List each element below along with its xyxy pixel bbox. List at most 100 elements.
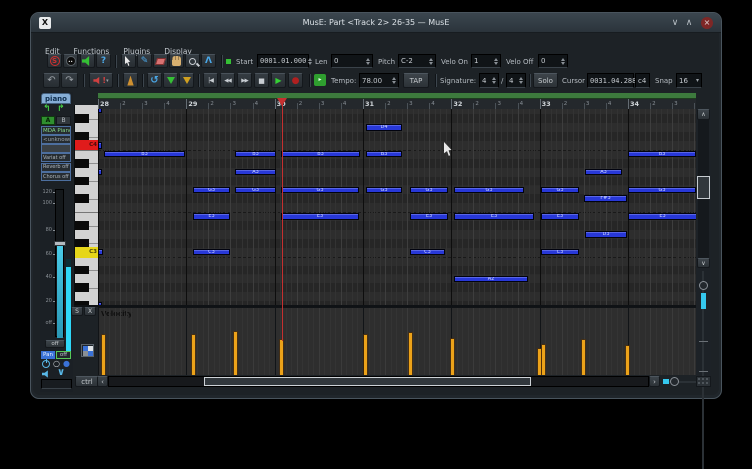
piano-keyboard[interactable]: C4 C3 xyxy=(74,105,98,306)
scroll-left-button[interactable]: ‹ xyxy=(97,376,108,387)
midi-note-C3[interactable]: C3 xyxy=(193,249,230,256)
prev-part-icon[interactable]: ↰ xyxy=(43,104,51,114)
lane-close-button[interactable]: X xyxy=(84,307,96,316)
velo-off-field[interactable]: 0 xyxy=(538,54,568,68)
piano-key-black[interactable] xyxy=(75,221,89,230)
spinner-icon[interactable] xyxy=(390,77,396,84)
velocity-bar[interactable] xyxy=(364,335,367,375)
minimize-button[interactable]: ∨ xyxy=(669,17,681,29)
piano-key-black[interactable] xyxy=(75,266,89,275)
midi-note-D4[interactable]: D4 xyxy=(366,124,402,131)
event-color-a-button[interactable]: A xyxy=(41,116,55,125)
velocity-bar[interactable] xyxy=(451,339,454,375)
metronome-enable-button[interactable] xyxy=(80,54,95,68)
power-icon[interactable] xyxy=(42,360,50,368)
spinner-icon[interactable] xyxy=(427,58,433,65)
lane-solo-button[interactable]: S xyxy=(71,307,83,316)
part-list-box[interactable] xyxy=(41,379,72,389)
part-select-button[interactable]: piano xyxy=(41,93,71,104)
whats-this-button[interactable]: ? xyxy=(96,54,111,68)
solo-button[interactable]: Solo xyxy=(533,73,558,88)
spinner-icon[interactable] xyxy=(517,77,523,84)
spinner-icon[interactable] xyxy=(490,77,496,84)
solo-sign-button[interactable]: S xyxy=(47,54,62,68)
tempo-master-icon[interactable]: ▸ xyxy=(314,74,326,86)
piano-key-black[interactable] xyxy=(75,177,89,186)
vscrollbar-thumb[interactable] xyxy=(697,176,710,199)
midi-note-E3[interactable]: E3 xyxy=(193,213,230,220)
forward-button[interactable]: ▶▶ xyxy=(237,73,252,88)
maximize-button[interactable]: ∧ xyxy=(683,17,695,29)
midi-note-G3[interactable]: G3 xyxy=(454,187,524,194)
piano-key-c4-highlight[interactable]: C4 xyxy=(75,140,98,150)
send-reverb[interactable]: Reverb off xyxy=(41,163,71,172)
velocity-bar[interactable] xyxy=(102,335,105,375)
midi-note-clipped[interactable] xyxy=(98,142,102,149)
scroll-up-button[interactable]: ∧ xyxy=(697,109,710,120)
timeline-ruler[interactable]: 28234292343023431234322343323434234 xyxy=(98,93,696,109)
midi-note-G3[interactable]: G3 xyxy=(366,187,402,194)
corner-grip[interactable] xyxy=(696,376,711,387)
midi-note-D3[interactable]: D3 xyxy=(585,231,627,238)
stop-button[interactable]: ■ xyxy=(254,73,269,88)
snap-select[interactable]: 16▾ xyxy=(676,73,702,88)
goto-start-button[interactable]: |◀ xyxy=(203,73,218,88)
scroll-right-button[interactable]: › xyxy=(649,376,660,387)
ctrl-lane-button[interactable]: ctrl xyxy=(75,376,99,387)
chevron-down-icon[interactable]: ∨ xyxy=(57,367,65,378)
velocity-bar[interactable] xyxy=(192,335,195,375)
midi-note-F#3[interactable]: F#3 xyxy=(584,195,627,202)
midi-note-G3[interactable]: G3 xyxy=(541,187,579,194)
volume-slider[interactable] xyxy=(55,189,64,337)
velocity-bar[interactable] xyxy=(626,346,629,375)
midi-note-A3[interactable]: A3 xyxy=(585,169,622,176)
scroll-down-button[interactable]: ∨ xyxy=(697,258,710,268)
midi-note-A3[interactable]: A3 xyxy=(235,169,276,176)
piano-key-black[interactable] xyxy=(75,114,89,123)
pointer-tool-button[interactable] xyxy=(121,54,136,68)
redo-button[interactable]: ↷ xyxy=(61,73,78,88)
midi-note-E3[interactable]: E3 xyxy=(281,213,359,220)
patch-name-box[interactable]: MDA Piano xyxy=(41,126,71,135)
start-time-field[interactable]: 0001.01.000 xyxy=(257,54,309,68)
ctrl-type-icon[interactable] xyxy=(81,344,94,357)
tap-tempo-button[interactable]: TAP xyxy=(403,73,429,88)
tempo-field[interactable]: 78.00 xyxy=(359,73,399,88)
midi-note-clipped[interactable] xyxy=(98,249,103,256)
zoom-tool-button[interactable] xyxy=(185,54,200,68)
punch-in-button[interactable] xyxy=(163,73,178,88)
send-variat[interactable]: Variat off xyxy=(41,153,71,162)
hscrollbar-thumb[interactable] xyxy=(204,377,531,386)
pan-value-box[interactable]: off xyxy=(56,351,71,359)
titlebar[interactable]: X MusE: Part <Track 2> 26-35 — MusE ∨ ∧ … xyxy=(31,13,721,33)
midi-note-B3[interactable]: B3 xyxy=(104,151,185,158)
midi-note-A2[interactable]: A2 xyxy=(454,276,528,283)
vzoom-knob[interactable] xyxy=(699,281,708,290)
midi-note-C3[interactable]: C3 xyxy=(541,249,579,256)
signature-numerator-field[interactable]: 4 xyxy=(479,73,499,88)
midi-note-E3[interactable]: E3 xyxy=(454,213,534,220)
midi-note-B3[interactable]: B3 xyxy=(366,151,402,158)
midi-note-E3[interactable]: E3 xyxy=(410,213,448,220)
piano-key-c3-highlight[interactable]: C3 xyxy=(75,247,98,258)
midi-panic-button[interactable]: !▾ xyxy=(89,73,113,88)
midi-note-G3[interactable]: G3 xyxy=(281,187,359,194)
piano-key-black[interactable] xyxy=(75,283,89,292)
hzoom-knob[interactable] xyxy=(670,377,679,386)
velocity-bar[interactable] xyxy=(234,332,237,375)
midi-note-E3[interactable]: E3 xyxy=(628,213,696,220)
send-chorus[interactable]: Chorus off xyxy=(41,172,71,181)
spinner-icon[interactable] xyxy=(559,58,565,65)
midi-note-G3[interactable]: G3 xyxy=(235,187,276,194)
velocity-lane[interactable]: Velocity xyxy=(98,307,696,375)
undo-button[interactable]: ↶ xyxy=(43,73,60,88)
volume-off-button[interactable]: off xyxy=(45,340,65,348)
punch-out-button[interactable] xyxy=(179,73,194,88)
velocity-bar[interactable] xyxy=(582,340,585,375)
port-name-box[interactable]: <unknown> xyxy=(41,135,71,144)
midi-note-B3[interactable]: B3 xyxy=(281,151,360,158)
pencil-tool-button[interactable]: ✎ xyxy=(137,54,152,68)
midi-note-G3[interactable]: G3 xyxy=(410,187,448,194)
spinner-icon[interactable] xyxy=(492,58,498,65)
velo-on-field[interactable]: 1 xyxy=(471,54,501,68)
